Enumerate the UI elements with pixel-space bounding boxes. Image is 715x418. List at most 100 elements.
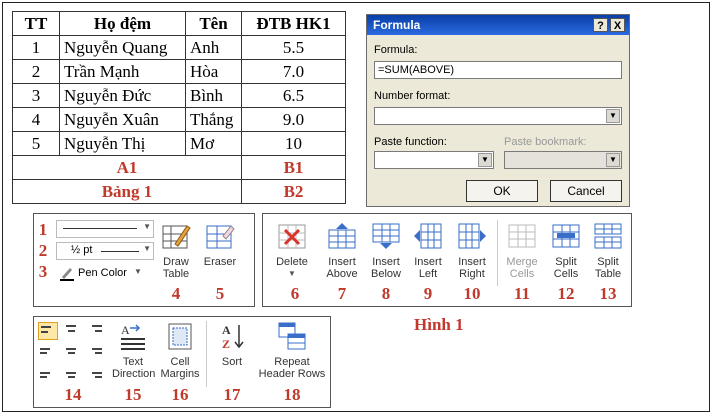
draw-table-button[interactable]: Draw Table bbox=[154, 222, 198, 280]
cell: 5 bbox=[12, 131, 60, 156]
callout-16: 16 bbox=[171, 385, 189, 404]
cell: 3 bbox=[12, 83, 60, 108]
cell: 9.0 bbox=[241, 107, 346, 132]
align-middle-right-icon[interactable] bbox=[86, 344, 104, 360]
callout-7: 7 bbox=[337, 284, 347, 303]
chevron-down-icon: ▼ bbox=[134, 267, 142, 276]
text-direction-button[interactable]: A Text Direction bbox=[108, 322, 158, 380]
line-style-sample bbox=[63, 228, 137, 229]
align-top-right-icon[interactable] bbox=[86, 322, 104, 338]
callout-10: 10 bbox=[463, 284, 481, 303]
table-row: 4 Nguyễn Xuân Thắng 9.0 bbox=[12, 107, 346, 132]
callout-2: 2 bbox=[38, 241, 48, 260]
align-center-icon[interactable] bbox=[62, 344, 80, 360]
delete-table-icon bbox=[278, 224, 306, 249]
pen-color-button[interactable]: Pen Color ▼ bbox=[56, 265, 152, 281]
delete-button[interactable]: Delete ▼ bbox=[269, 222, 315, 280]
group-divider bbox=[206, 321, 207, 387]
table-header-row: TT Họ đệm Tên ĐTB HK1 bbox=[12, 11, 346, 36]
header-tt: TT bbox=[12, 11, 60, 36]
draw-table-label: Draw Table bbox=[162, 256, 190, 280]
align-top-left-icon[interactable] bbox=[38, 322, 58, 340]
paste-function-label: Paste function: bbox=[374, 136, 447, 148]
cell-margins-button[interactable]: Cell Margins bbox=[158, 322, 202, 380]
insert-right-button[interactable]: Insert Right bbox=[449, 222, 495, 280]
text-direction-label: Text Direction bbox=[112, 356, 156, 380]
sort-button[interactable]: AZ Sort bbox=[212, 322, 252, 368]
callout-8: 8 bbox=[381, 284, 391, 303]
cell: Nguyễn Thị bbox=[59, 131, 186, 156]
cell: 7.0 bbox=[241, 59, 346, 84]
delete-label: Delete bbox=[276, 256, 308, 268]
dialog-titlebar: Formula ? X bbox=[367, 15, 629, 35]
insert-above-button[interactable]: Insert Above bbox=[319, 222, 365, 280]
help-button[interactable]: ? bbox=[593, 18, 608, 32]
split-cells-button[interactable]: Split Cells bbox=[545, 222, 587, 280]
callout-6: 6 bbox=[290, 284, 300, 303]
cell: Anh bbox=[185, 35, 242, 60]
align-top-center-icon[interactable] bbox=[62, 322, 80, 338]
table-row-a1: A1 B1 bbox=[12, 155, 346, 180]
cell: 6.5 bbox=[241, 83, 346, 108]
repeat-header-rows-label: Repeat Header Rows bbox=[258, 356, 326, 380]
insert-left-icon bbox=[414, 223, 442, 249]
merge-cells-button: Merge Cells bbox=[501, 222, 543, 280]
split-table-button[interactable]: Split Table bbox=[587, 222, 629, 280]
insert-left-button[interactable]: Insert Left bbox=[407, 222, 449, 280]
cancel-button[interactable]: Cancel bbox=[550, 180, 622, 202]
line-style-select[interactable]: ▼ bbox=[56, 220, 154, 238]
chevron-down-icon: ▼ bbox=[606, 109, 620, 123]
cell: Nguyễn Đức bbox=[59, 83, 186, 108]
cell-margins-icon bbox=[168, 323, 192, 350]
chevron-down-icon: ▼ bbox=[478, 153, 492, 167]
draw-borders-panel: 1 2 3 ▼ ½ pt ▼ Pen Color ▼ Draw Table Er… bbox=[33, 213, 255, 307]
line-weight-sample bbox=[101, 251, 139, 252]
cell: Nguyễn Quang bbox=[59, 35, 186, 60]
ok-button[interactable]: OK bbox=[466, 180, 538, 202]
insert-below-icon bbox=[372, 223, 400, 249]
paste-bookmark-select: ▼ bbox=[504, 151, 622, 169]
cell: Bình bbox=[185, 83, 242, 108]
align-bottom-right-icon[interactable] bbox=[86, 366, 104, 382]
svg-text:A: A bbox=[121, 323, 130, 337]
callout-13: 13 bbox=[599, 284, 617, 303]
cell: Mơ bbox=[185, 131, 242, 156]
align-middle-left-icon[interactable] bbox=[38, 344, 56, 360]
cell: 10 bbox=[241, 131, 346, 156]
insert-above-icon bbox=[328, 223, 356, 249]
pen-color-label: Pen Color bbox=[78, 267, 127, 279]
close-button[interactable]: X bbox=[610, 18, 625, 32]
insert-right-label: Insert Right bbox=[458, 256, 486, 280]
formula-label: Formula: bbox=[374, 44, 418, 56]
chevron-down-icon: ▼ bbox=[143, 222, 151, 231]
split-cells-label: Split Cells bbox=[553, 256, 579, 280]
header-ho-dem: Họ đệm bbox=[59, 11, 186, 36]
paste-function-select[interactable]: ▼ bbox=[374, 151, 494, 169]
insert-above-label: Insert Above bbox=[326, 256, 358, 280]
eraser-button[interactable]: Eraser bbox=[198, 222, 242, 268]
cell-alignment-grid bbox=[38, 322, 106, 384]
number-format-select[interactable]: ▼ bbox=[374, 107, 622, 125]
split-cells-icon bbox=[552, 224, 580, 248]
callout-9: 9 bbox=[423, 284, 433, 303]
formula-input[interactable]: =SUM(ABOVE) bbox=[374, 61, 622, 79]
line-weight-select[interactable]: ½ pt ▼ bbox=[56, 242, 154, 260]
chevron-down-icon: ▼ bbox=[143, 244, 151, 253]
sort-label: Sort bbox=[221, 356, 243, 368]
callout-14: 14 bbox=[64, 385, 82, 404]
insert-below-button[interactable]: Insert Below bbox=[363, 222, 409, 280]
align-bottom-left-icon[interactable] bbox=[38, 366, 56, 382]
align-bottom-center-icon[interactable] bbox=[62, 366, 80, 382]
repeat-header-rows-button[interactable]: Repeat Header Rows bbox=[256, 322, 328, 380]
alignment-panel: A Text Direction Cell Margins AZ Sort Re… bbox=[33, 316, 331, 408]
svg-text:Z: Z bbox=[222, 337, 230, 350]
table-row-caption: Bảng 1 B2 bbox=[12, 179, 346, 204]
number-format-label: Number format: bbox=[374, 90, 451, 102]
header-ten: Tên bbox=[185, 11, 242, 36]
figure-caption: Hình 1 bbox=[414, 315, 464, 334]
callout-12: 12 bbox=[557, 284, 575, 303]
chevron-down-icon: ▼ bbox=[606, 153, 620, 167]
split-table-label: Split Table bbox=[594, 256, 622, 280]
cell: 2 bbox=[12, 59, 60, 84]
callout-3: 3 bbox=[38, 262, 48, 281]
